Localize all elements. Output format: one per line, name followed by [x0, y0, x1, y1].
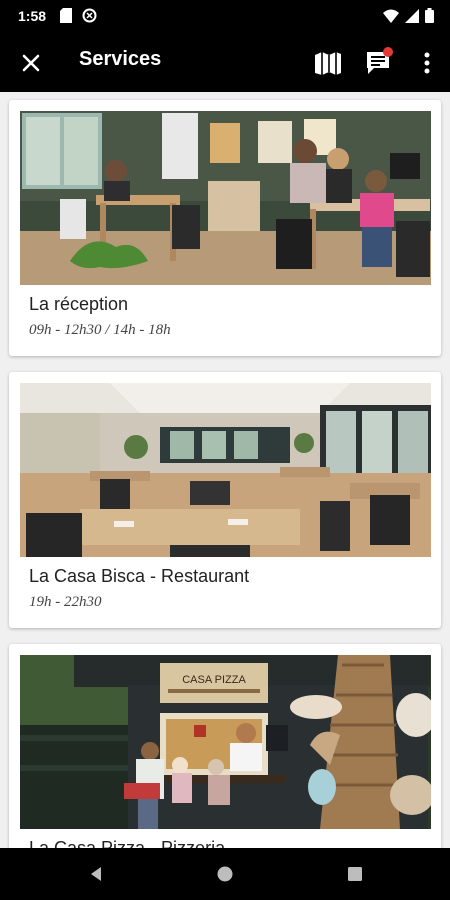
- status-notification-icons: [60, 8, 97, 23]
- recents-square-icon: [348, 867, 362, 881]
- services-list[interactable]: La réception 09h - 12h30 / 14h - 18h La …: [0, 92, 450, 848]
- system-navigation-bar: [0, 848, 450, 900]
- battery-icon: [425, 8, 434, 23]
- messages-button[interactable]: [364, 46, 396, 78]
- service-hours: 19h - 22h30: [29, 594, 102, 610]
- service-card-pizzeria[interactable]: CASA PIZZA La Casa Pizza - Pizzeria: [9, 644, 441, 848]
- map-icon: [315, 52, 341, 75]
- restaurant-photo: [20, 383, 431, 557]
- service-title: La Casa Pizza - Pizzeria: [29, 838, 226, 848]
- close-button[interactable]: [16, 48, 46, 78]
- home-button[interactable]: [213, 862, 237, 886]
- pizza-sign-text: CASA PIZZA: [182, 674, 246, 686]
- pizzeria-photo: CASA PIZZA: [20, 655, 431, 829]
- recents-button[interactable]: [343, 862, 367, 886]
- app-bar: Services: [0, 32, 450, 92]
- close-icon: [22, 54, 40, 72]
- wifi-icon: [383, 9, 399, 23]
- data-saver-icon: [82, 8, 97, 23]
- more-options-button[interactable]: [417, 50, 437, 76]
- service-card-restaurant[interactable]: La Casa Bisca - Restaurant 19h - 22h30: [9, 372, 441, 628]
- service-title: La réception: [29, 294, 129, 314]
- status-bar: 1:58: [0, 0, 450, 32]
- reception-photo: [20, 111, 431, 285]
- back-triangle-icon: [91, 867, 101, 881]
- service-hours: 09h - 12h30 / 14h - 18h: [29, 322, 171, 338]
- service-title: La Casa Bisca - Restaurant: [29, 566, 250, 586]
- more-vert-icon: [424, 52, 430, 74]
- service-card-reception[interactable]: La réception 09h - 12h30 / 14h - 18h: [9, 100, 441, 356]
- back-button[interactable]: [84, 862, 108, 886]
- sim-card-icon: [60, 8, 72, 23]
- signal-icon: [405, 8, 419, 23]
- status-time: 1:58: [18, 8, 47, 24]
- map-button[interactable]: [313, 49, 343, 77]
- status-system-icons: [383, 8, 434, 23]
- chat-notification-icon: [367, 47, 393, 74]
- home-circle-icon: [217, 866, 233, 882]
- page-title: Services: [79, 48, 162, 70]
